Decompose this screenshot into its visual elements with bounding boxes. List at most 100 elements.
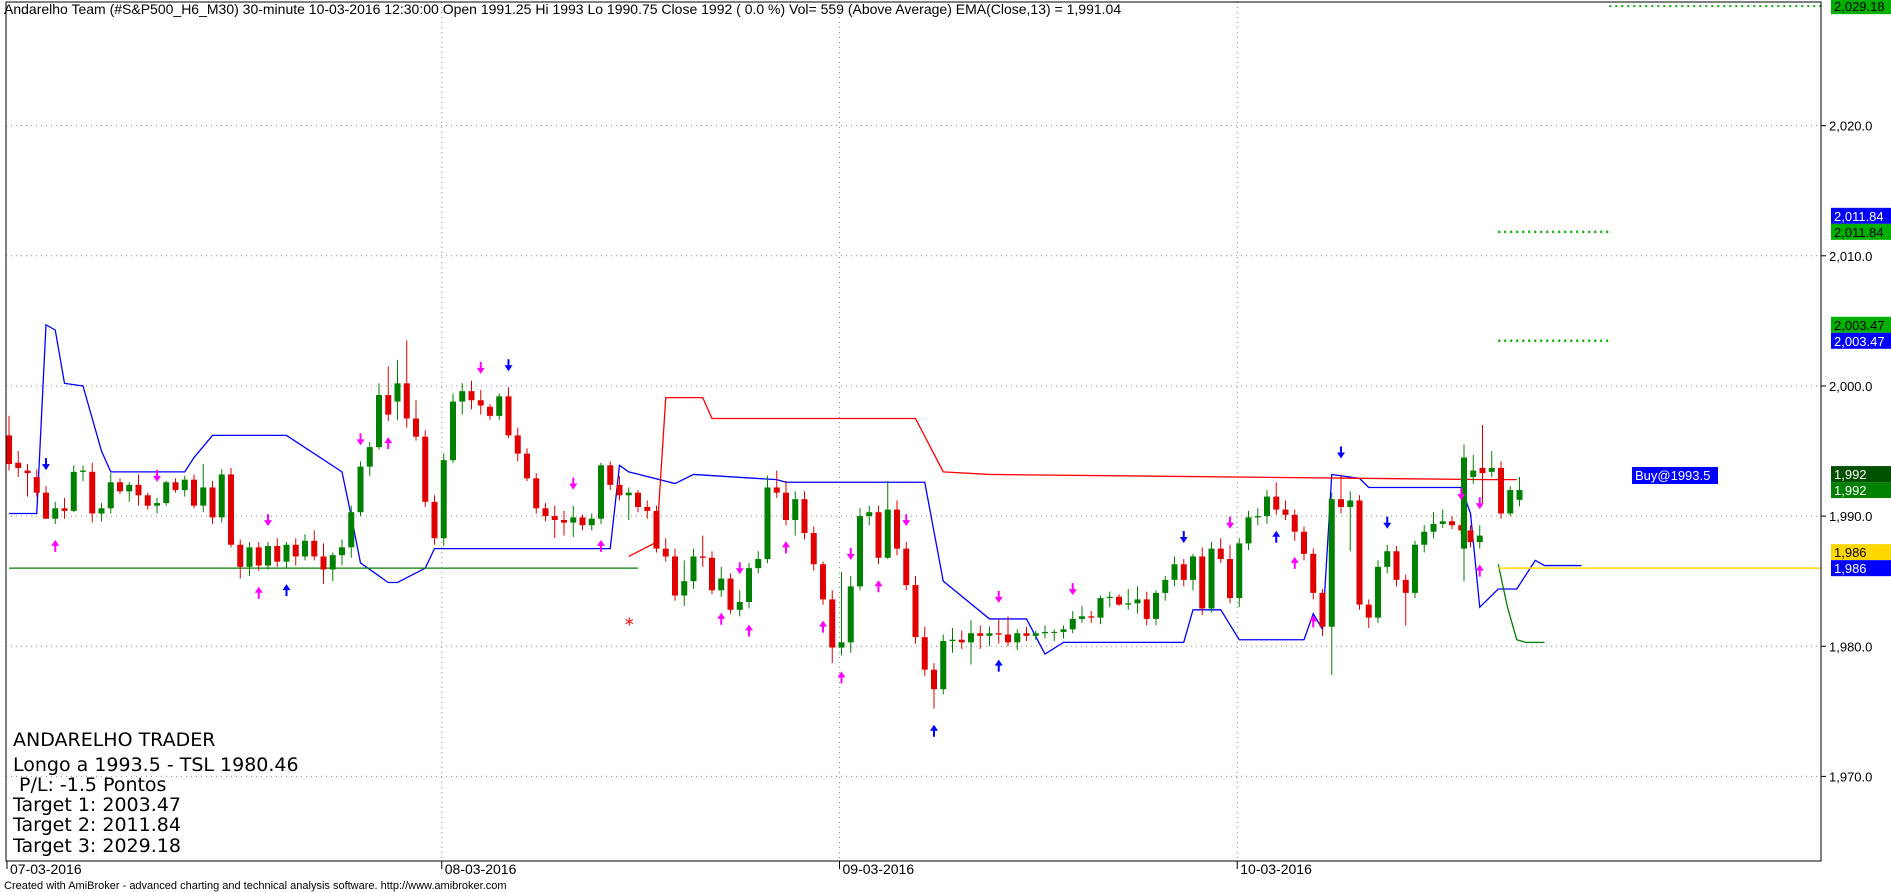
candle-body — [1264, 496, 1270, 517]
candle-body — [1328, 499, 1335, 627]
candle-body — [644, 506, 651, 511]
candle-body — [1375, 566, 1381, 618]
candle-body — [1106, 596, 1113, 599]
candle-body — [607, 465, 614, 485]
candle-body — [1319, 592, 1326, 627]
price-label-text: 2,011.84 — [1834, 225, 1884, 240]
candle-body — [755, 559, 762, 569]
candle-body — [1467, 530, 1474, 543]
x-date-label: 07-03-2016 — [10, 861, 82, 877]
candle-body — [838, 642, 845, 648]
candle-body — [218, 474, 225, 518]
candle-body — [1479, 467, 1486, 474]
candle-body — [1402, 579, 1409, 593]
candle-body — [1412, 544, 1418, 593]
candle-body — [154, 503, 160, 506]
candle-body — [1384, 551, 1391, 567]
candle-body — [1162, 579, 1169, 593]
candle-body — [1430, 523, 1437, 532]
candle-body — [135, 484, 142, 496]
red-star-marker: * — [625, 615, 634, 636]
candle-body — [181, 479, 188, 491]
candle-body — [1005, 634, 1011, 643]
candle-body — [1245, 517, 1252, 544]
candle-body — [1439, 521, 1446, 524]
chart-header: Andarelho Team (#S&P500_H6_M30) 30-minut… — [4, 1, 1121, 17]
candle-body — [903, 548, 910, 586]
y-tick-label: 1,980.0 — [1829, 639, 1872, 654]
candle-body — [1461, 457, 1467, 549]
candle-body — [477, 400, 484, 406]
candle-body — [1470, 470, 1477, 478]
candle-body — [1088, 616, 1095, 618]
candle-body — [403, 383, 410, 419]
candle-body — [15, 462, 22, 468]
candle-body — [986, 633, 993, 636]
candle-body — [764, 487, 771, 560]
candle-body — [718, 578, 725, 591]
candle-body — [440, 460, 447, 539]
info-target-3: Target 3: 2029.18 — [12, 835, 181, 857]
candle-body — [1217, 548, 1224, 560]
candle-body — [1153, 592, 1159, 619]
candle-body — [487, 406, 493, 416]
candle-body — [829, 599, 836, 648]
candle-body — [144, 495, 151, 506]
candle-body — [70, 471, 77, 511]
candle-body — [1134, 599, 1141, 604]
candle-body — [810, 533, 817, 565]
y-tick-label: 2,010.0 — [1829, 249, 1872, 264]
candle-body — [727, 578, 734, 610]
candle-body — [681, 581, 688, 596]
candle-body — [1282, 509, 1289, 515]
candle-body — [1365, 604, 1372, 618]
candle-body — [709, 557, 715, 591]
candle-body — [1190, 556, 1196, 580]
info-pl: P/L: -1.5 Pontos — [13, 774, 166, 796]
candle-body — [968, 633, 974, 643]
candle-body — [33, 477, 40, 493]
candle-body — [1356, 500, 1363, 605]
candle-body — [431, 501, 438, 539]
candle-body — [1273, 496, 1280, 510]
candle-body — [672, 556, 678, 596]
price-label-text: 2,011.84 — [1834, 209, 1884, 224]
y-tick-label: 1,990.0 — [1829, 509, 1872, 524]
candle-body — [311, 540, 318, 557]
candle-body — [690, 556, 697, 582]
candle-body — [1060, 629, 1067, 632]
candle-body — [875, 512, 882, 558]
candle-body — [1208, 548, 1215, 609]
y-tick-label: 1,970.0 — [1829, 769, 1872, 784]
candle-body — [616, 484, 623, 496]
candle-body — [228, 474, 234, 545]
candle-body — [1014, 633, 1021, 643]
candle-body — [524, 453, 530, 479]
candle-body — [329, 555, 336, 570]
candle-body — [1236, 543, 1243, 599]
candle-body — [1507, 490, 1514, 514]
candle-body — [1421, 531, 1428, 545]
candle-body — [89, 471, 96, 514]
candle-body — [921, 637, 928, 670]
candle-body — [542, 508, 549, 517]
candle-body — [857, 516, 863, 587]
candle-body — [1143, 599, 1150, 619]
candle-body — [385, 395, 392, 415]
candle-body — [191, 479, 197, 506]
price-label-text: 1,992 — [1834, 483, 1867, 498]
candle-body — [246, 547, 253, 567]
candle-body — [977, 633, 984, 636]
candle-body — [450, 401, 456, 461]
price-chart[interactable]: * 1,970.0 1,980.0 1,990.0 2,000.0 2,010.0 2,0… — [0, 0, 1891, 892]
candle-body — [1023, 633, 1030, 636]
candle-body — [302, 540, 308, 557]
candle-body — [292, 544, 299, 557]
info-target-1: Target 1: 2003.47 — [12, 794, 181, 816]
candle-body — [736, 601, 743, 610]
footer-credit: Created with AmiBroker - advanced charti… — [4, 880, 507, 892]
candle-body — [1125, 603, 1132, 605]
candle-body — [931, 669, 937, 690]
candle-body — [98, 508, 105, 514]
candle-body — [255, 547, 262, 566]
